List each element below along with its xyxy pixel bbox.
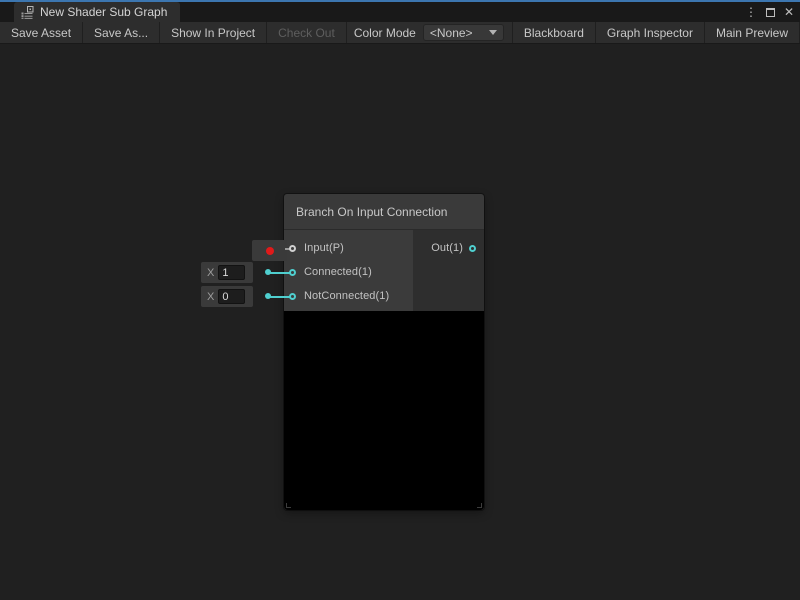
notconnected-default-widget: X <box>201 286 253 307</box>
chevron-down-icon <box>489 30 497 35</box>
connected-port[interactable] <box>289 269 296 276</box>
show-in-project-button[interactable]: Show In Project <box>160 22 267 43</box>
tab-new-shader-sub-graph[interactable]: New Shader Sub Graph <box>14 2 180 22</box>
resize-handle-bottom-left[interactable] <box>286 503 291 508</box>
graph-inspector-toggle-button[interactable]: Graph Inspector <box>596 22 705 43</box>
port-row-notconnected: NotConnected(1) <box>284 284 413 308</box>
node-title[interactable]: Branch On Input Connection <box>284 194 484 230</box>
graph-toolbar: Save Asset Save As... Show In Project Ch… <box>0 22 800 44</box>
color-mode-dropdown[interactable]: <None> <box>423 24 504 41</box>
connected-x-value-input[interactable] <box>218 265 245 280</box>
red-port-dot-icon <box>266 247 274 255</box>
node-branch-on-input-connection[interactable]: Branch On Input Connection Input(P) Conn… <box>284 194 484 510</box>
notconnected-x-value-input[interactable] <box>218 289 245 304</box>
tab-bar: New Shader Sub Graph ⋮ ✕ <box>0 2 800 22</box>
close-icon[interactable]: ✕ <box>784 6 794 18</box>
out-port-label: Out(1) <box>431 242 463 254</box>
window-controls: ⋮ ✕ <box>745 2 794 22</box>
main-preview-toggle-button[interactable]: Main Preview <box>705 22 800 43</box>
port-row-connected: Connected(1) <box>284 260 413 284</box>
tab-title: New Shader Sub Graph <box>40 5 167 19</box>
notconnected-default-wire <box>268 296 290 298</box>
maximize-icon[interactable] <box>766 8 775 17</box>
connected-default-wire <box>268 272 290 274</box>
graph-canvas[interactable]: Branch On Input Connection Input(P) Conn… <box>0 44 800 600</box>
resize-handle-bottom-right[interactable] <box>477 503 482 508</box>
subgraph-asset-icon <box>21 6 34 19</box>
notconnected-port[interactable] <box>289 293 296 300</box>
shader-graph-window: New Shader Sub Graph ⋮ ✕ Save Asset Save… <box>0 0 800 600</box>
input-port[interactable] <box>289 245 296 252</box>
save-as-button[interactable]: Save As... <box>83 22 160 43</box>
node-input-section: Input(P) Connected(1) NotConnected(1) <box>284 230 413 311</box>
save-asset-button[interactable]: Save Asset <box>0 22 83 43</box>
notconnected-port-label: NotConnected(1) <box>304 290 389 302</box>
connected-default-widget: X <box>201 262 253 283</box>
out-port[interactable] <box>469 245 476 252</box>
connected-widget-connector-dot[interactable] <box>265 269 271 275</box>
check-out-button: Check Out <box>267 22 347 43</box>
notconnected-widget-connector-dot[interactable] <box>265 293 271 299</box>
blackboard-toggle-button[interactable]: Blackboard <box>512 22 596 43</box>
node-output-section: Out(1) <box>413 230 484 311</box>
node-body: Input(P) Connected(1) NotConnected(1) Ou… <box>284 230 484 311</box>
input-port-label: Input(P) <box>304 242 344 254</box>
menu-icon[interactable]: ⋮ <box>745 6 757 18</box>
connected-x-label: X <box>207 267 214 279</box>
notconnected-x-label: X <box>207 291 214 303</box>
port-row-input: Input(P) <box>284 236 413 260</box>
input-default-widget[interactable] <box>252 240 287 261</box>
color-mode-label: Color Mode <box>347 22 423 43</box>
connected-port-label: Connected(1) <box>304 266 372 278</box>
node-preview <box>284 311 484 510</box>
color-mode-selected-value: <None> <box>430 26 473 40</box>
port-row-out: Out(1) <box>413 236 484 260</box>
